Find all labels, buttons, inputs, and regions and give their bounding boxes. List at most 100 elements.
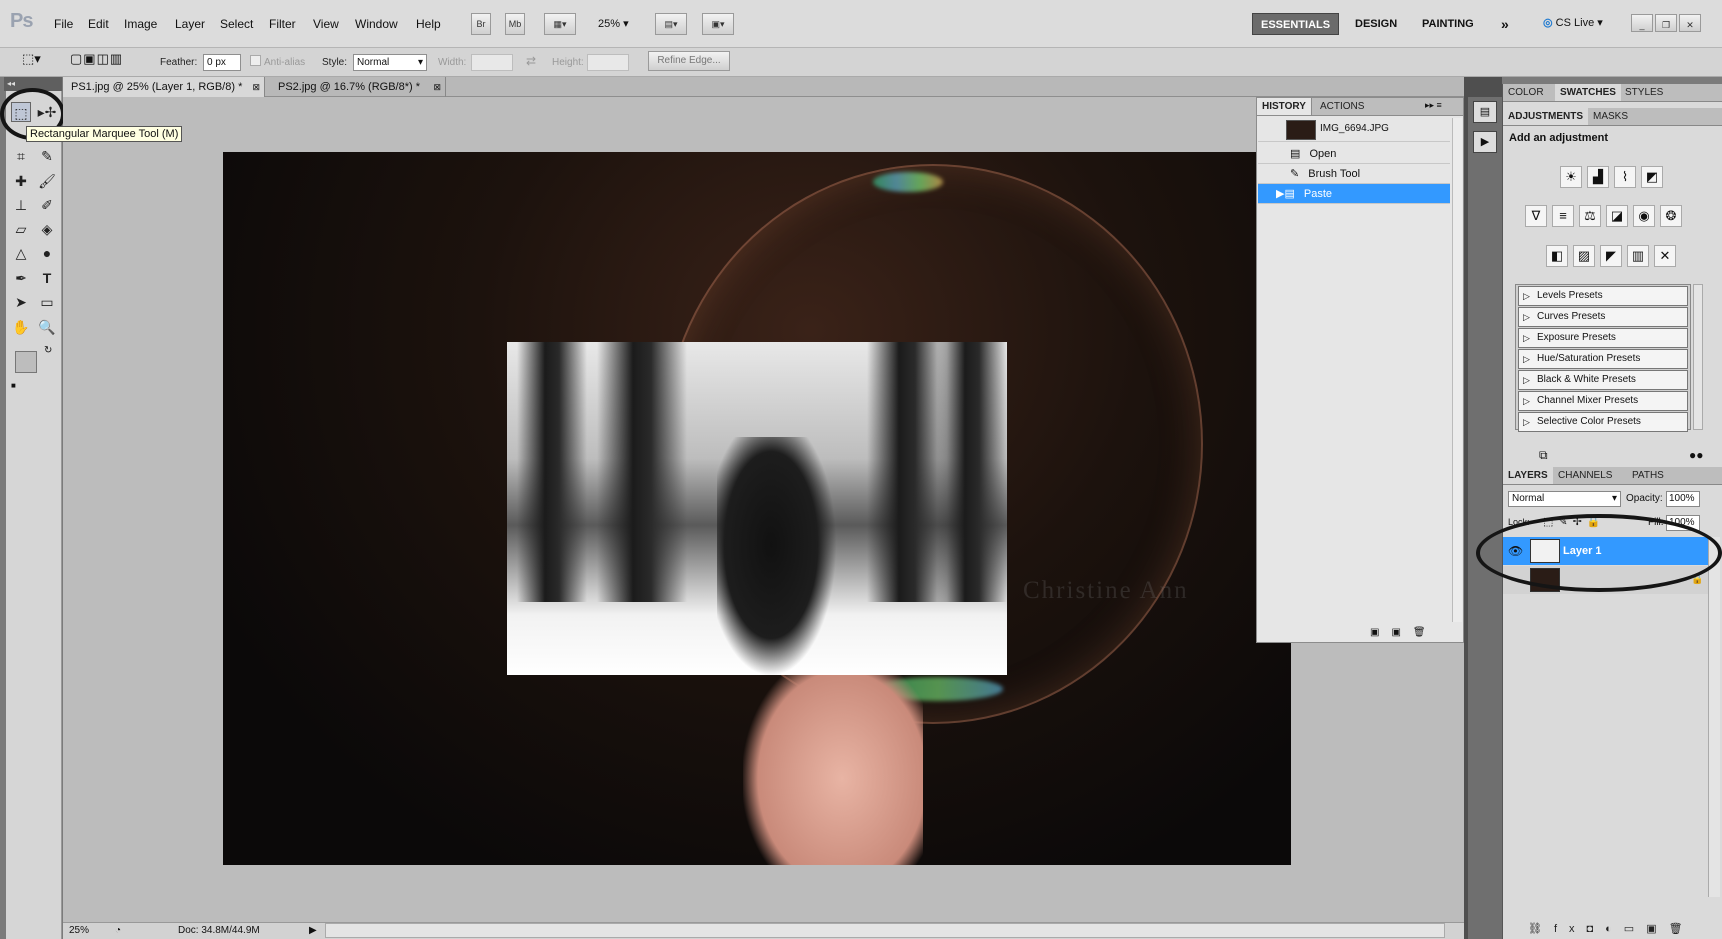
- preset-hue-saturation[interactable]: Hue/Saturation Presets: [1518, 349, 1688, 369]
- history-brush-tool-icon[interactable]: ✐: [37, 195, 57, 215]
- tab-masks[interactable]: MASKS: [1588, 108, 1633, 125]
- close-button[interactable]: ✕: [1679, 14, 1701, 32]
- status-menu-arrow-icon[interactable]: ▶: [309, 923, 317, 939]
- menu-file[interactable]: File: [54, 17, 73, 31]
- pen-tool-icon[interactable]: ✒: [11, 268, 31, 288]
- more-workspaces-button[interactable]: »: [1493, 13, 1517, 35]
- mini-bridge-button[interactable]: Mb: [505, 13, 525, 35]
- menu-window[interactable]: Window: [355, 17, 398, 31]
- blend-mode-select[interactable]: Normal ▾: [1508, 491, 1621, 507]
- restore-button[interactable]: ❐: [1655, 14, 1677, 32]
- clone-stamp-tool-icon[interactable]: ⊥: [11, 195, 31, 215]
- tab-ps1[interactable]: PS1.jpg @ 25% (Layer 1, RGB/8) * ⊠: [63, 77, 265, 97]
- width-input[interactable]: [471, 54, 513, 71]
- document-image[interactable]: Christine Ann: [223, 152, 1291, 865]
- hand-tool-icon[interactable]: ✋: [11, 317, 31, 337]
- brightness-contrast-icon[interactable]: ☀: [1560, 166, 1582, 188]
- presets-scrollbar[interactable]: [1693, 284, 1703, 430]
- layers-footer-buttons[interactable]: ⛓fx◘◐▭▣🗑: [1528, 922, 1695, 935]
- history-footer-buttons[interactable]: ▣▣🗑: [1370, 627, 1438, 638]
- hue-saturation-icon[interactable]: ≡: [1552, 205, 1574, 227]
- height-input[interactable]: [587, 54, 629, 71]
- history-snapshot[interactable]: IMG_6694.JPG: [1258, 118, 1450, 142]
- view-extras-button[interactable]: ▦▾: [544, 13, 576, 35]
- refine-edge-button[interactable]: Refine Edge...: [648, 51, 730, 71]
- workspace-painting[interactable]: PAINTING: [1414, 13, 1482, 35]
- photo-filter-icon[interactable]: ◉: [1633, 205, 1655, 227]
- tab-ps2[interactable]: PS2.jpg @ 16.7% (RGB/8*) * ⊠: [270, 77, 446, 97]
- black-white-icon[interactable]: ◪: [1606, 205, 1628, 227]
- menu-layer[interactable]: Layer: [175, 17, 205, 31]
- horizontal-scrollbar[interactable]: [325, 923, 1445, 938]
- blur-tool-icon[interactable]: △: [11, 243, 31, 263]
- swap-icon[interactable]: ⇄: [526, 54, 536, 68]
- menu-image[interactable]: Image: [124, 17, 157, 31]
- arrange-documents-button[interactable]: ▤▾: [655, 13, 687, 35]
- workspace-essentials[interactable]: ESSENTIALS: [1252, 13, 1340, 35]
- status-zoom[interactable]: 25%: [69, 923, 89, 939]
- swap-colors-icon[interactable]: ↻: [44, 345, 52, 356]
- selective-color-icon[interactable]: ✕: [1654, 245, 1676, 267]
- gradient-map-icon[interactable]: ▥: [1627, 245, 1649, 267]
- rectangle-tool-icon[interactable]: ▭: [37, 292, 57, 312]
- posterize-icon[interactable]: ▨: [1573, 245, 1595, 267]
- panel-menu-icon[interactable]: ▸▸ ≡: [1425, 100, 1442, 111]
- type-tool-icon[interactable]: T: [37, 268, 57, 288]
- selection-mode-buttons[interactable]: ▢▣◫▥: [70, 51, 123, 67]
- zoom-level-select[interactable]: 25% ▾: [598, 17, 629, 30]
- tab-color[interactable]: COLOR: [1503, 84, 1549, 101]
- channel-mixer-icon[interactable]: ❂: [1660, 205, 1682, 227]
- actions-panel-icon[interactable]: ▶: [1473, 131, 1497, 153]
- levels-icon[interactable]: ▟: [1587, 166, 1609, 188]
- screen-mode-button[interactable]: ▣▾: [702, 13, 734, 35]
- bridge-button[interactable]: Br: [471, 13, 491, 35]
- style-select[interactable]: Normal ▾: [353, 54, 427, 71]
- eyedropper-tool-icon[interactable]: ✎: [37, 146, 57, 166]
- dodge-tool-icon[interactable]: ●: [37, 243, 57, 263]
- tab-channels[interactable]: CHANNELS: [1553, 467, 1617, 484]
- foreground-color-swatch[interactable]: [15, 351, 37, 373]
- adjustment-return-icon[interactable]: ⧉: [1539, 448, 1548, 463]
- eraser-tool-icon[interactable]: ▱: [11, 219, 31, 239]
- history-item-paste[interactable]: ▶▤ Paste: [1258, 184, 1450, 204]
- menu-select[interactable]: Select: [220, 17, 253, 31]
- default-colors-icon[interactable]: ■: [11, 381, 16, 390]
- antialias-checkbox[interactable]: [250, 55, 261, 66]
- history-panel-icon[interactable]: ▤: [1473, 101, 1497, 123]
- crop-tool-icon[interactable]: ⌗: [11, 146, 31, 166]
- brush-tool-icon[interactable]: 🖌: [37, 171, 57, 191]
- zoom-tool-icon[interactable]: 🔍: [37, 317, 57, 337]
- preset-levels[interactable]: Levels Presets: [1518, 286, 1688, 306]
- history-item-brush-tool[interactable]: ✎ Brush Tool: [1258, 164, 1450, 184]
- history-scrollbar[interactable]: [1452, 118, 1462, 622]
- clip-to-layer-icon[interactable]: ●●: [1689, 448, 1704, 462]
- invert-icon[interactable]: ◧: [1546, 245, 1568, 267]
- spot-healing-tool-icon[interactable]: ✚: [11, 171, 31, 191]
- preset-selective-color[interactable]: Selective Color Presets: [1518, 412, 1688, 432]
- opacity-input[interactable]: 100%: [1666, 491, 1700, 507]
- menu-view[interactable]: View: [313, 17, 339, 31]
- preset-exposure[interactable]: Exposure Presets: [1518, 328, 1688, 348]
- minimize-button[interactable]: _: [1631, 14, 1653, 32]
- tab-adjustments[interactable]: ADJUSTMENTS: [1503, 108, 1589, 125]
- menu-help[interactable]: Help: [416, 17, 441, 31]
- history-item-open[interactable]: ▤ Open: [1258, 144, 1450, 164]
- menu-edit[interactable]: Edit: [88, 17, 109, 31]
- preset-black-white[interactable]: Black & White Presets: [1518, 370, 1688, 390]
- menu-filter[interactable]: Filter: [269, 17, 296, 31]
- color-balance-icon[interactable]: ⚖: [1579, 205, 1601, 227]
- tab-layers[interactable]: LAYERS: [1503, 467, 1553, 484]
- tab-swatches[interactable]: SWATCHES: [1555, 84, 1621, 101]
- path-selection-tool-icon[interactable]: ➤: [11, 292, 31, 312]
- curves-icon[interactable]: ⌇: [1614, 166, 1636, 188]
- status-info-icon[interactable]: ◔: [115, 923, 121, 939]
- close-tab-icon[interactable]: ⊠: [252, 77, 260, 97]
- tab-actions[interactable]: ACTIONS: [1315, 98, 1369, 115]
- paint-bucket-tool-icon[interactable]: ◈: [37, 219, 57, 239]
- preset-channel-mixer[interactable]: Channel Mixer Presets: [1518, 391, 1688, 411]
- preset-curves[interactable]: Curves Presets: [1518, 307, 1688, 327]
- tab-styles[interactable]: STYLES: [1620, 84, 1668, 101]
- workspace-design[interactable]: DESIGN: [1347, 13, 1405, 35]
- layers-scrollbar[interactable]: [1708, 537, 1720, 897]
- tool-preset-picker[interactable]: ⬚▾: [22, 51, 41, 67]
